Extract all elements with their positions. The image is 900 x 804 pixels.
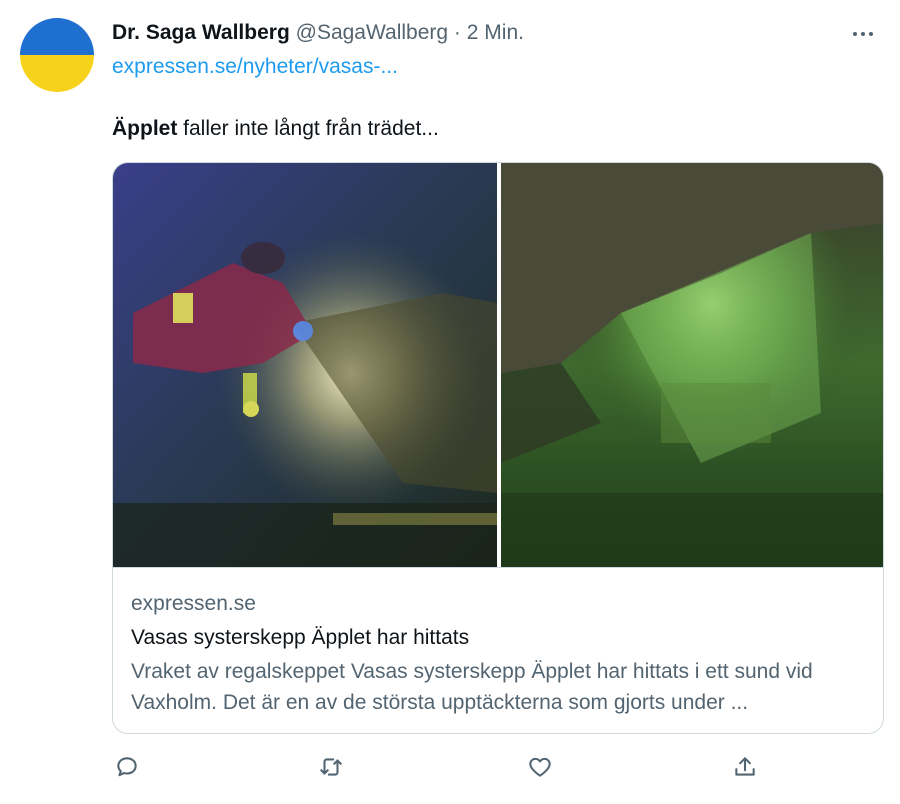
card-domain: expressen.se <box>131 592 256 615</box>
share-icon[interactable] <box>730 752 760 782</box>
tweet-text: Äpplet faller inte långt från trädet... <box>112 115 439 143</box>
card-image-wreck[interactable] <box>501 163 883 567</box>
tweet-link[interactable]: expressen.se/nyheter/vasas-... <box>112 55 398 79</box>
author-name[interactable]: Dr. Saga Wallberg <box>112 21 290 44</box>
tweet-actions <box>112 752 812 782</box>
tweet-text-bold: Äpplet <box>112 117 178 140</box>
card-info[interactable]: expressen.se Vasas systerskepp Äpplet ha… <box>113 567 883 733</box>
like-icon[interactable] <box>525 752 555 782</box>
retweet-icon[interactable] <box>316 752 346 782</box>
card-title: Vasas systerskepp Äpplet har hittats <box>131 626 470 649</box>
avatar[interactable] <box>20 18 94 92</box>
card-media[interactable] <box>113 163 883 567</box>
tweet-header: Dr. Saga Wallberg @SagaWallberg · 2 Min. <box>112 20 524 46</box>
author-handle[interactable]: @SagaWallberg <box>296 21 448 44</box>
reply-icon[interactable] <box>112 752 142 782</box>
more-options-icon[interactable] <box>848 22 878 46</box>
tweet-text-rest: faller inte långt från trädet... <box>177 117 439 140</box>
header-separator: · <box>453 21 461 44</box>
card-image-diver[interactable] <box>113 163 497 567</box>
link-preview-card[interactable]: expressen.se Vasas systerskepp Äpplet ha… <box>112 162 884 734</box>
tweet-timestamp[interactable]: 2 Min. <box>467 21 524 44</box>
card-description: Vraket av regalskeppet Vasas systerskepp… <box>131 660 813 714</box>
